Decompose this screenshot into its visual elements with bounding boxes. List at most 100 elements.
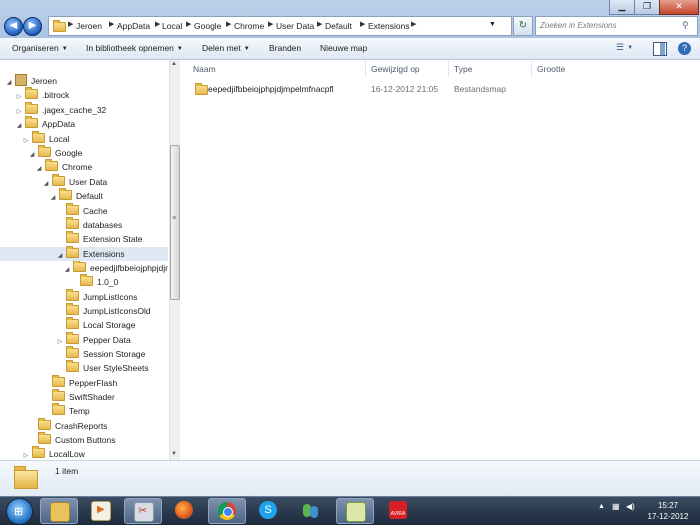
maximize-button[interactable]: ❐: [634, 0, 660, 15]
taskbar-firefox[interactable]: [166, 498, 202, 522]
tray-expand-icon[interactable]: ▲: [598, 503, 605, 510]
tree-item-google[interactable]: ◢ Google: [28, 145, 82, 160]
breadcrumb-extensions[interactable]: Extensions: [368, 21, 410, 31]
column-header-size[interactable]: Grootte: [537, 64, 565, 74]
tree-item-locallow[interactable]: ▷ LocalLow: [22, 446, 85, 461]
minimize-button[interactable]: ▁: [609, 0, 635, 15]
new-folder-button[interactable]: Nieuwe map: [320, 43, 367, 53]
tree-item-swiftshader[interactable]: SwiftShader: [42, 389, 115, 404]
clock[interactable]: 15:27 17-12-2012: [640, 500, 696, 522]
search-placeholder: Zoeken in Extensions: [540, 21, 617, 30]
network-icon[interactable]: ▦: [612, 502, 620, 511]
tree-item-session-storage[interactable]: Session Storage: [56, 346, 145, 361]
tree-item-extensions[interactable]: ◢ Extensions: [56, 246, 125, 261]
scrollbar-thumb[interactable]: [170, 145, 180, 300]
tree-item-local[interactable]: ▷ Local: [22, 131, 69, 146]
close-button[interactable]: ✕: [659, 0, 699, 15]
column-divider[interactable]: [531, 60, 532, 77]
tree-item-crashreports[interactable]: CrashReports: [28, 418, 107, 433]
tree-item-jagex-cache[interactable]: ▷ .jagex_cache_32: [15, 102, 106, 117]
column-divider[interactable]: [448, 60, 449, 77]
chevron-down-icon: ▼: [627, 45, 634, 51]
share-button[interactable]: Delen met ▼: [202, 43, 250, 53]
search-input[interactable]: Zoeken in Extensions ⚲: [535, 16, 698, 36]
folder-icon: [32, 131, 45, 143]
taskbar-snipping-tool[interactable]: ✂: [124, 498, 162, 524]
collapse-arrow-icon[interactable]: ◢: [49, 191, 57, 205]
breadcrumb-local[interactable]: Local: [162, 21, 182, 31]
tree-item-extension-folder[interactable]: ◢eepedjifbbeiojphpjdjmp: [63, 261, 168, 275]
taskbar-messenger[interactable]: [292, 498, 328, 522]
tree-item-pepperflash[interactable]: PepperFlash: [42, 375, 117, 390]
tree-item-version[interactable]: 1.0_0: [70, 274, 118, 289]
breadcrumb-separator-icon: ▶: [226, 21, 232, 28]
back-button[interactable]: ◀: [4, 17, 23, 36]
forward-button[interactable]: ▶: [23, 17, 42, 36]
folder-icon: [25, 102, 38, 114]
taskbar-avira[interactable]: AVIRA: [380, 498, 416, 522]
help-button[interactable]: ?: [678, 42, 691, 55]
breadcrumb-jeroen[interactable]: Jeroen: [76, 21, 102, 31]
refresh-button[interactable]: ↻: [513, 16, 533, 36]
column-divider[interactable]: [365, 60, 366, 77]
breadcrumb-user-data[interactable]: User Data: [276, 21, 314, 31]
tree-item-temp[interactable]: Temp: [42, 403, 90, 418]
tree-item-user-data[interactable]: ◢ User Data: [42, 174, 107, 189]
tree-item-pepper-data[interactable]: ▷ Pepper Data: [56, 332, 131, 347]
tree-item-jumplisticons[interactable]: JumpListIcons: [56, 289, 137, 304]
library-button[interactable]: In bibliotheek opnemen ▼: [86, 43, 183, 53]
taskbar-explorer[interactable]: [40, 498, 78, 524]
burn-button[interactable]: Branden: [269, 43, 301, 53]
breadcrumb-appdata[interactable]: AppData: [117, 21, 150, 31]
collapse-arrow-icon[interactable]: ◢: [35, 162, 43, 176]
collapse-arrow-icon[interactable]: ◢: [5, 76, 13, 90]
breadcrumb-separator-icon: ▶: [109, 21, 115, 28]
folder-icon: [66, 203, 79, 215]
folder-icon: [66, 360, 79, 372]
tree-item-user-stylesheets[interactable]: User StyleSheets: [56, 360, 149, 375]
taskbar-media-player[interactable]: ▶: [82, 498, 118, 522]
messenger-icon: [301, 501, 319, 519]
tree-item-databases[interactable]: databases: [56, 217, 122, 232]
column-header-name[interactable]: Naam: [193, 64, 216, 74]
expand-arrow-icon[interactable]: ▷: [15, 90, 23, 104]
tree-item-jeroen[interactable]: ◢ Jeroen: [5, 74, 57, 88]
organize-button[interactable]: Organiseren ▼: [12, 43, 68, 53]
tree-item-cache[interactable]: Cache: [56, 203, 108, 218]
tree-item-jumplisticonsold[interactable]: JumpListIconsOld: [56, 303, 151, 318]
scroll-up-icon[interactable]: ▲: [171, 61, 177, 67]
breadcrumb-chrome[interactable]: Chrome: [234, 21, 264, 31]
column-header-modified[interactable]: Gewijzigd op: [371, 64, 420, 74]
taskbar-book-app[interactable]: [336, 498, 374, 524]
scroll-down-icon[interactable]: ▼: [171, 451, 177, 457]
view-options-button[interactable]: ☰ ▼: [616, 42, 644, 55]
address-bar[interactable]: ▶ Jeroen ▶ AppData ▶ Local ▶ Google ▶ Ch…: [48, 16, 512, 36]
file-row[interactable]: eepedjifbbeiojphpjdjmpelmfnacpfl 16-12-2…: [190, 80, 700, 96]
breadcrumb-google[interactable]: Google: [194, 21, 221, 31]
tree-item-local-storage[interactable]: Local Storage: [56, 317, 135, 332]
file-modified: 16-12-2012 21:05: [371, 84, 439, 94]
folder-icon: [66, 332, 79, 344]
taskbar-skype[interactable]: S: [250, 498, 286, 522]
taskbar-chrome[interactable]: [208, 498, 246, 524]
volume-icon[interactable]: ◀): [626, 502, 635, 511]
folder-icon: [53, 20, 66, 32]
collapse-arrow-icon[interactable]: ◢: [63, 263, 71, 275]
tree-item-default[interactable]: ◢ Default: [49, 188, 103, 205]
folder-icon: [52, 174, 65, 186]
tree-item-appdata[interactable]: ◢ AppData: [15, 116, 75, 133]
column-header-type[interactable]: Type: [454, 64, 472, 74]
maximize-icon: ❐: [642, 1, 652, 11]
tree-item-chrome[interactable]: ◢ Chrome: [35, 159, 92, 176]
preview-pane-button[interactable]: [653, 42, 667, 56]
user-folder-icon: [15, 74, 27, 86]
breadcrumb-default[interactable]: Default: [325, 21, 352, 31]
start-button[interactable]: ⊞: [6, 498, 33, 525]
scissors-icon: ✂: [134, 502, 154, 522]
tree-item-bitrock[interactable]: ▷ .bitrock: [15, 87, 69, 104]
tree-item-custom-buttons[interactable]: Custom Buttons: [28, 432, 115, 447]
address-dropdown-icon[interactable]: ▼: [489, 21, 496, 28]
collapse-arrow-icon[interactable]: ◢: [15, 119, 23, 133]
tree-item-extension-state[interactable]: Extension State: [56, 231, 143, 246]
breadcrumb-separator-icon: ▶: [155, 21, 161, 28]
